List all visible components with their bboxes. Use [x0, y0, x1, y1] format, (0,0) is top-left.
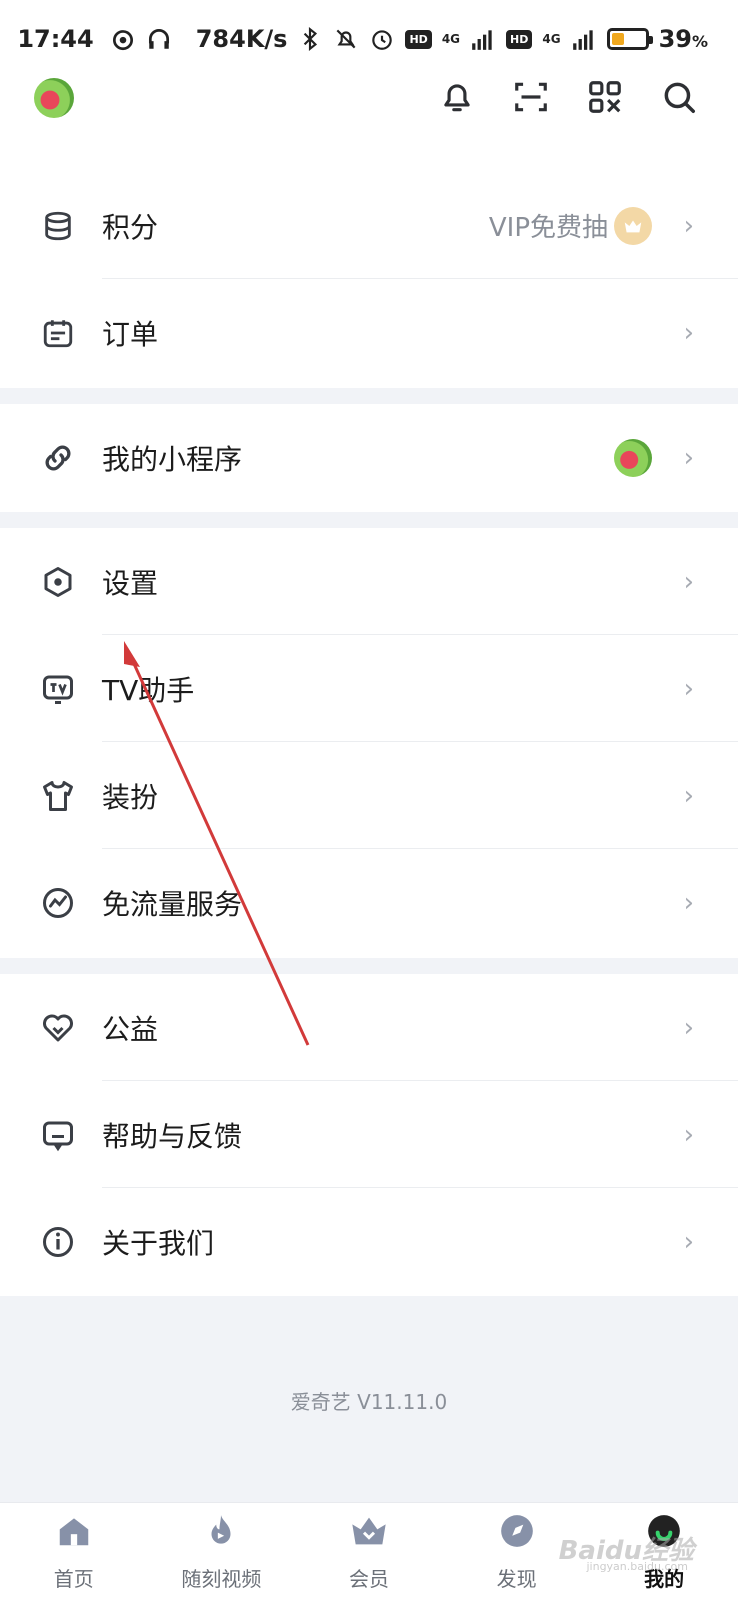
menu-item-label: 积分 — [102, 210, 159, 244]
menu-group-4: 公益 › 帮助与反馈 › 关于我们 › — [0, 974, 738, 1296]
chevron-right-icon: › — [683, 318, 694, 348]
tab-label: 随刻视频 — [181, 1567, 262, 1591]
menu-item-orders[interactable]: 订单 › — [0, 279, 738, 387]
chevron-right-icon: › — [683, 210, 694, 241]
tab-label: 会员 — [348, 1567, 389, 1591]
battery-level: 39% — [658, 25, 708, 53]
hd-badge: HD — [405, 29, 432, 49]
chevron-right-icon: › — [683, 673, 694, 704]
tab-vip[interactable]: 会员 — [295, 1503, 443, 1600]
flame-icon — [201, 1511, 241, 1551]
mute-bell-icon — [337, 29, 356, 49]
signal-bars-icon-2 — [572, 30, 593, 50]
network-speed: 784K/s — [195, 25, 288, 53]
feedback-icon — [40, 1117, 76, 1153]
menu-item-label: TV助手 — [102, 673, 195, 707]
menu-group-1: 积分 VIP免费抽 › 订单 › — [0, 172, 738, 388]
info-icon — [40, 1224, 76, 1260]
menu-item-label: 订单 — [102, 318, 159, 351]
crown-icon — [349, 1511, 389, 1551]
menu-item-points[interactable]: 积分 VIP免费抽 › — [0, 172, 738, 279]
tab-label: 首页 — [53, 1567, 94, 1591]
headphones-icon — [148, 28, 169, 49]
vip-lottery-text: VIP免费抽 — [488, 213, 608, 243]
tab-home[interactable]: 首页 — [0, 1503, 148, 1600]
order-icon — [40, 315, 76, 351]
chevron-right-icon: › — [683, 566, 694, 597]
menu-item-help-feedback[interactable]: 帮助与反馈 › — [0, 1081, 738, 1188]
tab-suike-video[interactable]: 随刻视频 — [148, 1503, 296, 1600]
menu-group-2: 我的小程序 › — [0, 404, 738, 512]
chevron-right-icon: › — [683, 1119, 694, 1150]
chevron-right-icon: › — [683, 1012, 694, 1043]
menu-item-charity[interactable]: 公益 › — [0, 974, 738, 1081]
chevron-right-icon: › — [683, 1226, 694, 1257]
alarm-icon — [372, 30, 393, 50]
home-icon — [54, 1511, 94, 1551]
menu-item-label: 装扮 — [102, 780, 159, 814]
heart-icon — [40, 1010, 76, 1046]
menu-item-mini-programs[interactable]: 我的小程序 › — [0, 404, 738, 512]
status-bar: 17:44 784K/s HD 4G HD 4G 39% — [0, 0, 738, 78]
chevron-right-icon: › — [683, 780, 694, 811]
menu-item-label: 公益 — [102, 1012, 159, 1046]
mini-program-avatar — [614, 439, 652, 477]
hd-badge-2: HD — [506, 29, 533, 49]
scan-icon[interactable] — [512, 78, 550, 116]
search-icon[interactable] — [660, 78, 698, 116]
chevron-right-icon: › — [683, 443, 694, 473]
bluetooth-icon — [304, 26, 318, 52]
signal-bars-icon — [472, 30, 492, 50]
menu-item-label: 我的小程序 — [102, 443, 243, 476]
menu-item-label: 设置 — [102, 566, 159, 600]
qrcode-icon[interactable] — [586, 78, 624, 116]
menu-item-about-us[interactable]: 关于我们 › — [0, 1188, 738, 1295]
menu-group-3: 设置 › TV助手 › 装扮 › 免流量服务 › — [0, 528, 738, 958]
menu-item-label: 帮助与反馈 — [102, 1119, 243, 1153]
bell-icon[interactable] — [438, 78, 476, 116]
app-version: 爱奇艺 V11.11.0 — [290, 1390, 448, 1414]
settings-icon — [40, 564, 76, 600]
crown-badge-icon — [614, 206, 652, 245]
data-icon — [40, 885, 76, 921]
header-actions — [438, 78, 698, 116]
menu-item-free-data[interactable]: 免流量服务 › — [0, 849, 738, 956]
menu-item-settings[interactable]: 设置 › — [0, 528, 738, 635]
menu-item-label: 免流量服务 — [102, 887, 243, 921]
sync-icon — [112, 30, 133, 51]
coins-icon — [40, 208, 76, 244]
avatar[interactable] — [34, 78, 74, 118]
tv-icon — [40, 671, 76, 707]
menu-item-label: 关于我们 — [102, 1226, 215, 1260]
chevron-right-icon: › — [683, 887, 694, 918]
link-icon — [40, 440, 76, 476]
compass-icon — [497, 1511, 537, 1551]
status-time: 17:44 — [17, 25, 94, 53]
watermark-sub: jingyan.baidu.com — [586, 1560, 688, 1573]
battery-icon — [606, 28, 653, 50]
app-header — [0, 78, 738, 172]
menu-item-tv-assistant[interactable]: TV助手 › — [0, 635, 738, 742]
tab-label: 发现 — [496, 1567, 537, 1591]
signal-4g-icon-2: 4G — [542, 32, 561, 46]
shirt-icon — [40, 778, 76, 814]
signal-4g-icon: 4G — [441, 32, 461, 46]
menu-item-dress-up[interactable]: 装扮 › — [0, 742, 738, 849]
